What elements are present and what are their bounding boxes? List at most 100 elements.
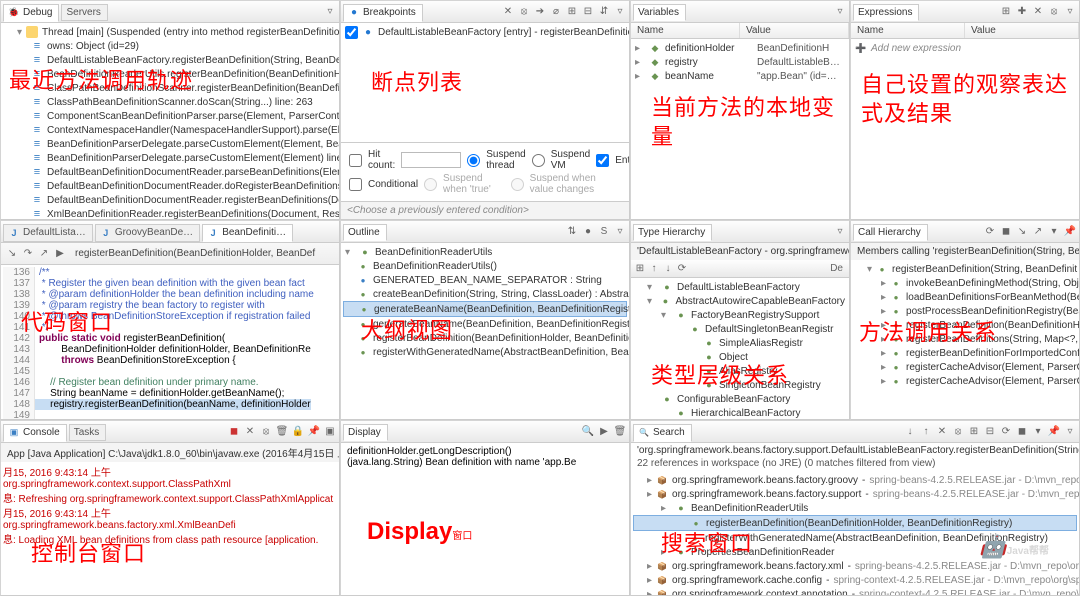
code-line[interactable]: 147 String beanName = definitionHolder.g…	[3, 388, 337, 399]
code-line[interactable]: 141 */	[3, 322, 337, 333]
cancel-icon[interactable]: ◼	[999, 225, 1013, 239]
tab-debug[interactable]: Debug	[3, 4, 59, 22]
remove-all-icon[interactable]: ⦻	[951, 425, 965, 439]
skip-icon[interactable]: ⌀	[549, 5, 563, 19]
console-output[interactable]: 月15, 2016 9:43:14 上午 org.springframework…	[1, 462, 339, 595]
outline-item[interactable]: GENERATED_BEAN_NAME_SEPARATOR : String	[343, 273, 627, 287]
remove-icon[interactable]: ✕	[935, 425, 949, 439]
code-line[interactable]: 139 * @param registry the bean factory t…	[3, 300, 337, 311]
history-icon[interactable]: ⟳	[675, 262, 689, 276]
add-icon[interactable]: ✚	[1015, 5, 1029, 19]
display-text[interactable]: definitionHolder.getLongDescription() (j…	[341, 443, 629, 595]
search-result[interactable]: ▸BeanDefinitionReaderUtils	[633, 501, 1077, 515]
search-tree[interactable]: ▸org.springframework.beans.factory.groov…	[631, 471, 1079, 595]
variable-row[interactable]: ▸beanName"app.Bean" (id=…	[633, 69, 847, 83]
resume-icon[interactable]: ▶	[53, 247, 67, 261]
search-result[interactable]: ▸org.springframework.cache.config - spri…	[633, 573, 1077, 587]
remove-launch-icon[interactable]: ✕	[243, 425, 257, 439]
call-item[interactable]: ▸registerCacheAdvisor(Element, ParserCon…	[853, 374, 1077, 388]
remove-all-icon[interactable]: ⦻	[517, 5, 531, 19]
code-line[interactable]: 144 throws BeanDefinitionStoreException …	[3, 355, 337, 366]
tab-breakpoints[interactable]: Breakpoints	[343, 4, 423, 22]
stack-frame[interactable]: DefaultBeanDefinitionDocumentReader.doRe…	[3, 179, 337, 193]
type-item[interactable]: AliasRegistry	[633, 364, 847, 378]
scroll-lock-icon[interactable]: 🔒	[291, 425, 305, 439]
code-editor[interactable]: 136/**137 * Register the given bean defi…	[1, 265, 339, 419]
clear-icon[interactable]: 🗑	[613, 425, 627, 439]
tab-editor-1[interactable]: DefaultLista…	[3, 224, 93, 242]
collapse-icon[interactable]: ⊟	[983, 425, 997, 439]
tab-search[interactable]: Search	[633, 424, 692, 442]
stack-frame[interactable]: DefaultListableBeanFactory.registerBeanD…	[3, 53, 337, 67]
menu-icon[interactable]: ▿	[613, 5, 627, 19]
suspend-thread-radio[interactable]	[467, 154, 480, 167]
code-line[interactable]: 149	[3, 410, 337, 419]
tab-editor-2[interactable]: GroovyBeanDe…	[95, 224, 200, 242]
code-line[interactable]: 146 // Register bean definition under pr…	[3, 377, 337, 388]
outline-item[interactable]: BeanDefinitionReaderUtils()	[343, 259, 627, 273]
hide-static-icon[interactable]: S	[597, 225, 611, 239]
cancel-icon[interactable]: ◼	[1015, 425, 1029, 439]
type-item[interactable]: ▾FactoryBeanRegistrySupport	[633, 308, 847, 322]
link-icon[interactable]: ⇵	[597, 5, 611, 19]
stack-frame[interactable]: BeanDefinitionReaderUtils.registerBeanDe…	[3, 67, 337, 81]
type-item[interactable]: SingletonBeanRegistry	[633, 378, 847, 392]
outline-item[interactable]: generateBeanName(BeanDefinition, BeanDef…	[343, 317, 627, 331]
suspend-vm-radio[interactable]	[532, 154, 545, 167]
menu-icon[interactable]: ▿	[833, 225, 847, 239]
menu-icon[interactable]: ▿	[613, 225, 627, 239]
remove-all-icon[interactable]: ⦻	[259, 425, 273, 439]
tab-call-hierarchy[interactable]: Call Hierarchy	[853, 224, 928, 241]
callees-icon[interactable]: ↗	[1031, 225, 1045, 239]
pin-icon[interactable]: 📌	[307, 425, 321, 439]
tab-display[interactable]: Display	[343, 424, 388, 441]
stack-frame[interactable]: BeanDefinitionParserDelegate.parseCustom…	[3, 151, 337, 165]
step-return-icon[interactable]: ↗	[37, 247, 51, 261]
step-over-icon[interactable]: ↷	[21, 247, 35, 261]
type-tree[interactable]: ▾DefaultListableBeanFactory▾AbstractAuto…	[631, 278, 849, 419]
stack-frame[interactable]: ComponentScanBeanDefinitionParser.parse(…	[3, 109, 337, 123]
rerun-icon[interactable]: ⟳	[999, 425, 1013, 439]
goto-icon[interactable]: ➔	[533, 5, 547, 19]
search-result[interactable]: ▸org.springframework.beans.factory.suppo…	[633, 487, 1077, 501]
code-line[interactable]: 142public static void registerBeanDefini…	[3, 333, 337, 344]
debug-tree[interactable]: ▾Thread [main] (Suspended (entry into me…	[1, 23, 339, 219]
tab-tasks[interactable]: Tasks	[69, 424, 107, 441]
pin-icon[interactable]: 📌	[1063, 225, 1077, 239]
subtype-icon[interactable]: ↓	[661, 262, 675, 276]
hitcount-check[interactable]	[349, 154, 362, 167]
tab-type-hierarchy[interactable]: Type Hierarchy	[633, 224, 712, 241]
search-result[interactable]: registerBeanDefinition(BeanDefinitionHol…	[633, 515, 1077, 531]
variable-row[interactable]: ▸definitionHolderBeanDefinitionH	[633, 41, 847, 55]
code-line[interactable]: 145	[3, 366, 337, 377]
stack-frame[interactable]: BeanDefinitionParserDelegate.parseCustom…	[3, 137, 337, 151]
call-item[interactable]: ▸registerCacheAdvisor(Element, ParserCon…	[853, 360, 1077, 374]
expand-icon[interactable]: ⊞	[967, 425, 981, 439]
type-item[interactable]: ▾AbstractAutowireCapableBeanFactory	[633, 294, 847, 308]
bp-list[interactable]: DefaultListableBeanFactory [entry] - reg…	[341, 23, 629, 142]
add-expr-label[interactable]: Add new expression	[871, 43, 961, 54]
clear-icon[interactable]: 🗑	[275, 425, 289, 439]
call-item[interactable]: ▸registerBeanDefinitions(String, Map<?, …	[853, 332, 1077, 346]
call-tree[interactable]: ▾registerBeanDefinition(String, BeanDefi…	[851, 260, 1079, 419]
tab-servers[interactable]: Servers	[61, 4, 107, 21]
expressions-tree[interactable]: Add new expression 自己设置的观察表达式及结果	[851, 39, 1079, 219]
step-into-icon[interactable]: ↘	[5, 247, 19, 261]
code-line[interactable]: 140 * @throws BeanDefinitionStoreExcepti…	[3, 311, 337, 322]
hitcount-input[interactable]	[401, 152, 461, 168]
outline-item[interactable]: generateBeanName(BeanDefinition, BeanDef…	[343, 301, 627, 317]
tree-icon[interactable]: ⊞	[999, 5, 1013, 19]
tab-variables[interactable]: Variables	[633, 4, 686, 21]
condition-chooser[interactable]: <Choose a previously entered condition>	[341, 201, 629, 219]
search-result[interactable]: ▸org.springframework.beans.factory.groov…	[633, 473, 1077, 487]
pin-icon[interactable]: 📌	[1047, 425, 1061, 439]
remove-icon[interactable]: ✕	[501, 5, 515, 19]
entry-check[interactable]	[596, 154, 609, 167]
inspect-icon[interactable]: 🔍	[581, 425, 595, 439]
display-select-icon[interactable]: ▣	[323, 425, 337, 439]
code-line[interactable]: 143 BeanDefinitionHolder definitionHolde…	[3, 344, 337, 355]
stack-frame[interactable]: owns: Object (id=29)	[3, 39, 337, 53]
type-item[interactable]: Object	[633, 350, 847, 364]
type-item[interactable]: HierarchicalBeanFactory	[633, 406, 847, 419]
stack-frame[interactable]: DefaultBeanDefinitionDocumentReader.regi…	[3, 193, 337, 207]
